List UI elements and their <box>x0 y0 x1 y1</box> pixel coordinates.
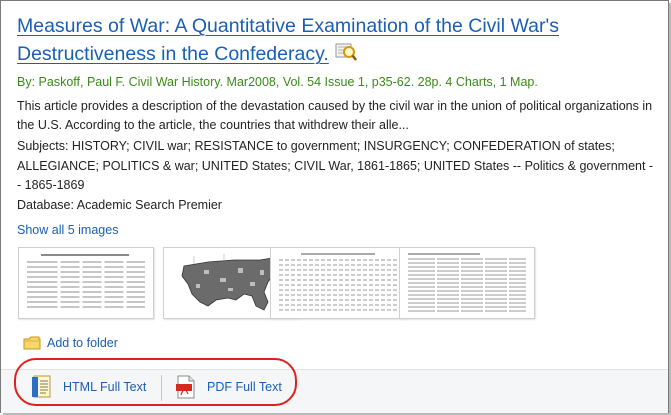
thumbnail-chart-3[interactable] <box>399 247 535 319</box>
thumbnail-chart-2[interactable] <box>270 247 406 319</box>
article-title-link[interactable]: Measures of War: A Quantitative Examinat… <box>17 12 577 68</box>
thumbnail-chart-1[interactable] <box>18 247 154 319</box>
full-text-highlight-ellipse <box>14 358 297 406</box>
magnifier-preview-icon[interactable] <box>335 42 357 62</box>
show-all-images-link[interactable]: Show all 5 images <box>17 223 118 237</box>
citation-byline: By: Paskoff, Paul F. Civil War History. … <box>17 75 538 89</box>
folder-icon[interactable] <box>23 336 41 350</box>
abstract-text: This article provides a description of t… <box>17 99 653 132</box>
article-title[interactable]: Measures of War: A Quantitative Examinat… <box>17 15 559 65</box>
database-label: Database: Academic Search Premier <box>17 198 222 212</box>
result-card: Measures of War: A Quantitative Examinat… <box>0 0 669 413</box>
add-to-folder-link[interactable]: Add to folder <box>23 336 118 350</box>
add-to-folder-label[interactable]: Add to folder <box>47 336 118 350</box>
subjects-text: Subjects: HISTORY; CIVIL war; RESISTANCE… <box>17 139 654 192</box>
